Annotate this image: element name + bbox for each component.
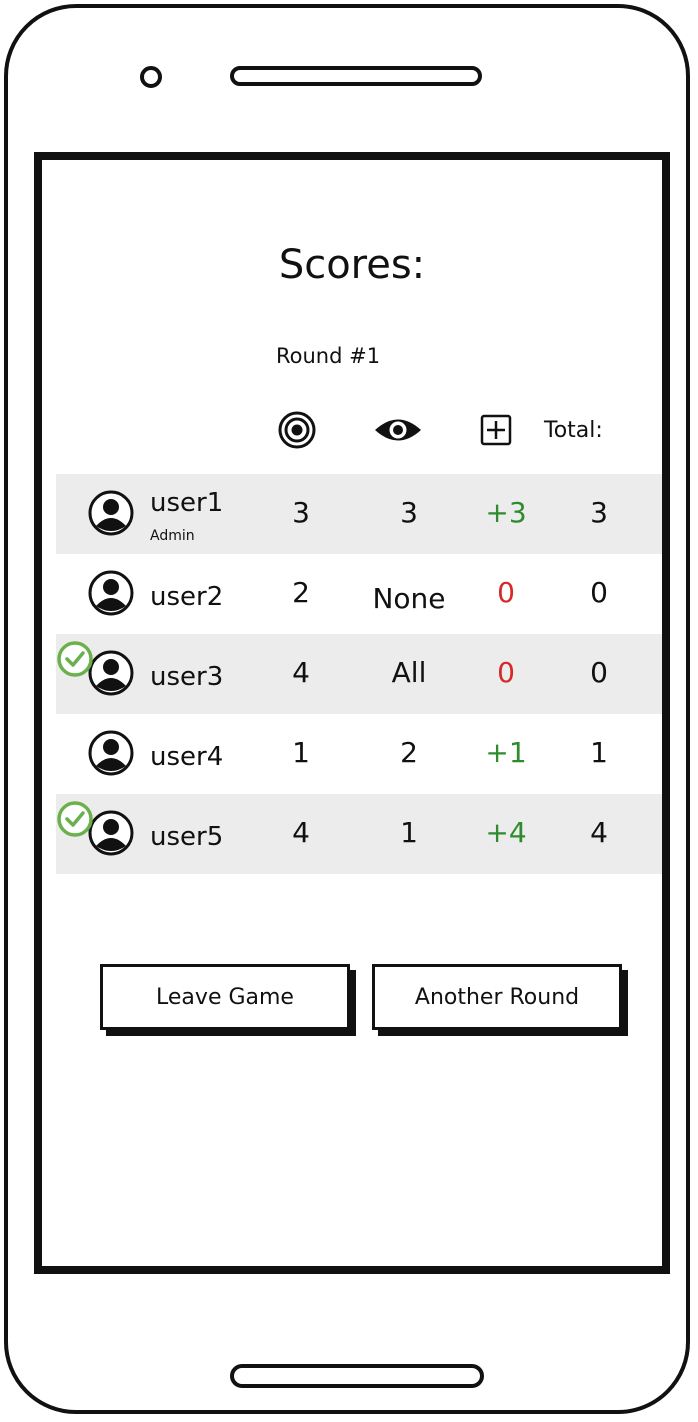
username: user5 — [150, 822, 224, 852]
seen-cell: 1 — [400, 816, 418, 849]
delta-cell: 0 — [497, 576, 515, 609]
table-row: user3 4 All 0 0 — [56, 634, 662, 714]
round-label: Round #1 — [276, 344, 381, 368]
total-cell: 3 — [590, 496, 608, 529]
delta-cell: +4 — [485, 816, 527, 849]
seen-cell: 3 — [400, 496, 418, 529]
table-row: user1 Admin 3 3 +3 3 — [56, 474, 662, 554]
score-cell: 1 — [292, 736, 310, 769]
seen-cell: None — [372, 582, 446, 615]
username: user1 — [150, 488, 224, 518]
delta-cell: +1 — [485, 736, 527, 769]
score-cell: 2 — [292, 576, 310, 609]
ready-check-icon — [56, 640, 94, 678]
table-row: user5 4 1 +4 4 — [56, 794, 662, 874]
delta-cell: +3 — [485, 496, 527, 529]
eye-icon — [372, 410, 424, 450]
username: user2 — [150, 582, 224, 612]
ready-check-icon — [56, 800, 94, 838]
username: user3 — [150, 662, 224, 692]
avatar-icon — [88, 810, 134, 856]
speaker-grille — [230, 66, 482, 86]
target-icon — [276, 410, 318, 450]
camera-icon — [140, 66, 162, 88]
home-button[interactable] — [230, 1364, 484, 1388]
page-title: Scores: — [278, 242, 426, 288]
username: user4 — [150, 742, 224, 772]
total-cell: 4 — [590, 816, 608, 849]
avatar-icon — [88, 730, 134, 776]
total-column-header: Total: — [544, 417, 603, 443]
avatar-icon — [88, 490, 134, 536]
total-cell: 1 — [590, 736, 608, 769]
total-cell: 0 — [590, 656, 608, 689]
seen-cell: All — [391, 656, 427, 689]
plus-square-icon — [478, 410, 514, 450]
avatar-icon — [88, 650, 134, 696]
delta-cell: 0 — [497, 656, 515, 689]
user-role: Admin — [150, 528, 195, 544]
screen: Scores: Round #1 Total: user1 Admin 3 3 +3 3 u… — [34, 152, 670, 1274]
another-round-button[interactable]: Another Round — [372, 964, 622, 1030]
avatar-icon — [88, 570, 134, 616]
score-cell: 4 — [292, 656, 310, 689]
score-cell: 4 — [292, 816, 310, 849]
table-row: user4 1 2 +1 1 — [56, 714, 662, 794]
leave-game-button[interactable]: Leave Game — [100, 964, 350, 1030]
score-cell: 3 — [292, 496, 310, 529]
seen-cell: 2 — [400, 736, 418, 769]
total-cell: 0 — [590, 576, 608, 609]
table-row: user2 2 None 0 0 — [56, 554, 662, 634]
